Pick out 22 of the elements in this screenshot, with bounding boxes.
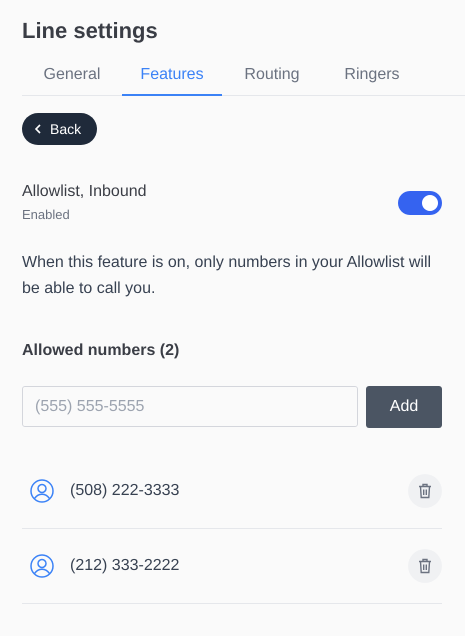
trash-icon xyxy=(418,558,432,574)
feature-name: Allowlist, Inbound xyxy=(22,183,147,201)
phone-number: (212) 333-2222 xyxy=(70,557,180,575)
user-icon xyxy=(30,479,54,503)
tab[interactable]: Routing xyxy=(222,66,322,96)
tab[interactable]: General xyxy=(22,66,122,96)
section-heading: Allowed numbers (2) xyxy=(22,342,180,360)
phone-number: (508) 222-3333 xyxy=(70,482,180,500)
trash-icon xyxy=(418,483,432,499)
delete-button[interactable] xyxy=(408,549,442,583)
toggle-switch[interactable] xyxy=(398,190,442,214)
back-button[interactable]: Back xyxy=(22,113,98,145)
tab[interactable]: Features xyxy=(122,66,222,96)
add-button[interactable]: Add xyxy=(366,386,442,428)
user-icon xyxy=(30,554,54,578)
feature-status: Enabled xyxy=(22,207,71,222)
page-title: Line settings xyxy=(22,17,159,45)
delete-button[interactable] xyxy=(408,474,442,508)
chevron-left-icon xyxy=(35,124,41,134)
phone-input-field[interactable]: (555) 555-5555 xyxy=(22,386,358,427)
tab[interactable]: Ringers xyxy=(322,66,422,96)
description: When this feature is on, only numbers in your Allowlist will be able to call you. xyxy=(22,253,432,299)
